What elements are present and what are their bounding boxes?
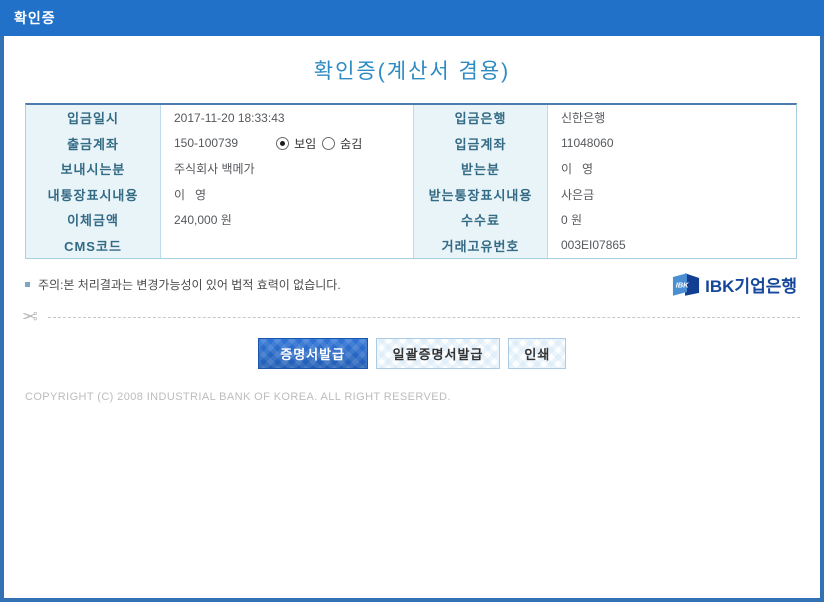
table-row: 보내시는분 주식회사 백메가 받는분 이 영 bbox=[26, 156, 796, 182]
field-value-deposit-datetime: 2017-11-20 18:33:43 bbox=[161, 105, 413, 131]
field-label-sender: 보내시는분 bbox=[26, 156, 161, 182]
issue-certificate-button[interactable]: 증명서발급 bbox=[258, 338, 368, 369]
action-button-row: 증명서발급 일괄증명서발급 인쇄 bbox=[0, 338, 824, 369]
field-label-my-passbook-display: 내통장표시내용 bbox=[26, 182, 161, 208]
page-border-left bbox=[0, 36, 4, 602]
field-value-my-passbook-display: 이 영 bbox=[161, 182, 413, 208]
field-value-receiver: 이 영 bbox=[548, 156, 796, 182]
copyright-text: COPYRIGHT (C) 2008 INDUSTRIAL BANK OF KO… bbox=[25, 391, 451, 403]
square-bullet-icon bbox=[25, 282, 30, 287]
field-label-transfer-amount: 이체금액 bbox=[26, 207, 161, 233]
scissors-icon: ✂ bbox=[22, 308, 38, 327]
field-label-withdrawal-account: 출금계좌 bbox=[26, 131, 161, 157]
field-value-transaction-id: 003EI07865 bbox=[548, 233, 796, 259]
withdrawal-account-number: 150-100739 bbox=[174, 136, 238, 150]
field-label-deposit-account: 입금계좌 bbox=[413, 131, 548, 157]
ibk-bank-logo: IBK IBK기업은행 bbox=[672, 272, 797, 297]
ibk-logo-icon: IBK bbox=[672, 272, 700, 297]
field-label-fee: 수수료 bbox=[413, 207, 548, 233]
field-label-cms-code: CMS코드 bbox=[26, 233, 161, 259]
radio-hide-label[interactable]: 숨김 bbox=[340, 135, 362, 152]
field-label-receiver: 받는분 bbox=[413, 156, 548, 182]
field-value-deposit-bank: 신한은행 bbox=[548, 105, 796, 131]
print-button[interactable]: 인쇄 bbox=[508, 338, 566, 369]
radio-show-label[interactable]: 보임 bbox=[294, 135, 316, 152]
confirmation-table: 입금일시 2017-11-20 18:33:43 입금은행 신한은행 출금계좌 … bbox=[25, 103, 797, 259]
cut-line: ✂ bbox=[22, 305, 800, 329]
title-bar-label: 확인증 bbox=[14, 0, 56, 36]
page-border-right bbox=[820, 36, 824, 602]
field-value-fee: 0 원 bbox=[548, 207, 796, 233]
batch-issue-certificate-button[interactable]: 일괄증명서발급 bbox=[376, 338, 501, 369]
note-row: 주의:본 처리결과는 변경가능성이 있어 법적 효력이 없습니다. IBK IB… bbox=[25, 268, 797, 300]
field-value-receiver-passbook-display: 사은금 bbox=[548, 182, 796, 208]
field-label-deposit-bank: 입금은행 bbox=[413, 105, 548, 131]
disclaimer-note: 주의:본 처리결과는 변경가능성이 있어 법적 효력이 없습니다. bbox=[25, 276, 341, 293]
table-row: 입금일시 2017-11-20 18:33:43 입금은행 신한은행 bbox=[26, 105, 796, 131]
page-title: 확인증(계산서 겸용) bbox=[0, 55, 824, 85]
account-visibility-radio-group: 보임 숨김 bbox=[276, 135, 362, 152]
field-value-transfer-amount: 240,000 원 bbox=[161, 207, 413, 233]
ibk-logo-text: IBK기업은행 bbox=[705, 272, 797, 297]
svg-text:IBK: IBK bbox=[676, 280, 689, 289]
dashed-cut-line bbox=[48, 317, 800, 318]
table-row: 내통장표시내용 이 영 받는통장표시내용 사은금 bbox=[26, 182, 796, 208]
field-label-receiver-passbook-display: 받는통장표시내용 bbox=[413, 182, 548, 208]
field-label-transaction-id: 거래고유번호 bbox=[413, 233, 548, 259]
field-value-cms-code bbox=[161, 233, 413, 259]
page-border-bottom bbox=[0, 598, 824, 602]
title-bar: 확인증 bbox=[0, 0, 824, 36]
radio-show-account[interactable]: 보임 bbox=[276, 135, 316, 152]
table-row: CMS코드 거래고유번호 003EI07865 bbox=[26, 233, 796, 259]
radio-selected-icon[interactable] bbox=[276, 137, 289, 150]
table-row: 이체금액 240,000 원 수수료 0 원 bbox=[26, 207, 796, 233]
confirmation-page: 확인증 확인증(계산서 겸용) 입금일시 2017-11-20 18:33:43… bbox=[0, 0, 824, 602]
field-value-withdrawal-account: 150-100739 보임 숨김 bbox=[161, 131, 413, 157]
field-value-sender: 주식회사 백메가 bbox=[161, 156, 413, 182]
field-value-deposit-account: 11048060 bbox=[548, 131, 796, 157]
disclaimer-text: 주의:본 처리결과는 변경가능성이 있어 법적 효력이 없습니다. bbox=[38, 276, 341, 293]
radio-hide-account[interactable]: 숨김 bbox=[322, 135, 362, 152]
field-label-deposit-datetime: 입금일시 bbox=[26, 105, 161, 131]
radio-unselected-icon[interactable] bbox=[322, 137, 335, 150]
table-row: 출금계좌 150-100739 보임 숨김 입금계좌 11048060 bbox=[26, 131, 796, 157]
